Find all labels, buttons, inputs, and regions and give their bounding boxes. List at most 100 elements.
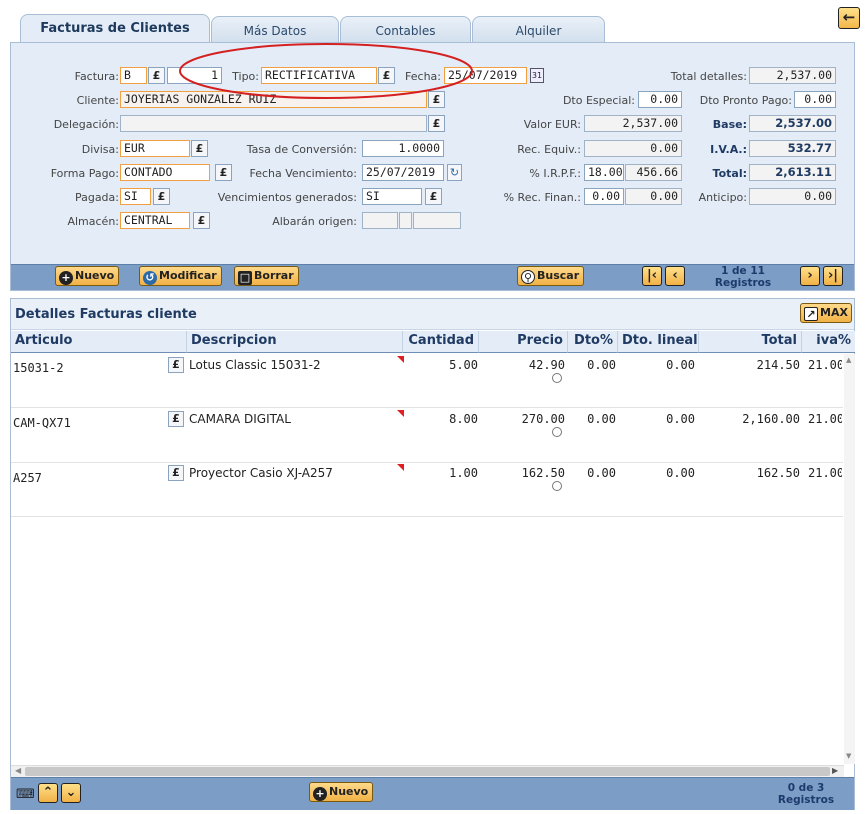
col-header-descripcion[interactable]: Descripcion [187,331,403,353]
albaran-origen-field-1[interactable] [362,212,398,229]
rec-equiv-label: Rec. Equiv.: [517,143,581,156]
cell-descripcion: Lotus Classic 15031-2 [189,358,321,372]
irpf-percent-field[interactable]: 18.00 [584,164,624,181]
forma-pago-field[interactable]: CONTADO [120,164,210,181]
tab-contables[interactable]: Contables [340,16,471,42]
clock-icon[interactable] [552,481,562,491]
dto-pronto-pago-field[interactable]: 0.00 [794,91,836,108]
lookup-icon[interactable]: £ [168,357,184,373]
col-header-total[interactable]: Total [699,331,802,353]
vencimientos-generados-label: Vencimientos generados: [217,191,357,204]
clock-icon[interactable] [552,427,562,437]
cell-iva: 21.00 [808,412,842,426]
next-page-icon[interactable]: › [800,266,820,286]
cell-dto: 0.00 [587,466,616,480]
col-header-cantidad[interactable]: Cantidad [403,331,479,353]
row-divider [11,462,843,463]
cell-dto-lineal: 0.00 [666,412,695,426]
clock-icon[interactable] [552,373,562,383]
factura-serie-field[interactable]: B [120,67,147,84]
modificar-button[interactable]: ↺ Modificar [139,266,222,286]
lookup-icon[interactable]: £ [153,188,170,205]
almacen-field[interactable]: CENTRAL [120,212,190,229]
cell-descripcion: CAMARA DIGITAL [189,412,291,426]
nuevo-detail-button[interactable]: + Nuevo [309,782,374,802]
almacen-label: Almacén: [67,215,119,228]
col-header-iva[interactable]: iva% [802,331,855,353]
scroll-up-icon[interactable]: ▲ [846,356,851,364]
total-field: 2,613.11 [749,164,836,181]
rec-finan-percent-field[interactable]: 0.00 [584,188,624,205]
cell-descripcion: Proyector Casio XJ-A257 [189,466,333,480]
tab-mas-datos[interactable]: Más Datos [211,16,339,42]
lookup-icon[interactable]: £ [191,140,208,157]
lookup-icon[interactable]: £ [168,411,184,427]
col-header-dto-lineal[interactable]: Dto. lineal [618,331,699,353]
arrow-left-icon[interactable]: ← [838,7,860,29]
lookup-icon[interactable]: £ [168,465,184,481]
cell-total: 214.50 [756,358,800,372]
plus-icon: + [313,787,327,801]
pagada-field[interactable]: SI [120,188,151,205]
previous-page-icon[interactable]: ‹ [665,266,685,286]
lookup-icon[interactable]: £ [215,164,232,181]
move-up-icon[interactable]: ⌃ [38,783,58,803]
lookup-icon[interactable]: £ [148,67,165,84]
scroll-left-icon[interactable]: ◀ [15,766,21,775]
trash-icon: □ [238,271,252,285]
tasa-conversion-field[interactable]: 1.0000 [362,140,444,157]
scroll-down-icon[interactable]: ▼ [846,752,851,760]
cliente-label: Cliente: [76,94,119,107]
keyboard-icon[interactable]: ⌨ [16,787,35,802]
refresh-icon[interactable]: ↻ [447,164,462,181]
scroll-thumb[interactable] [25,767,830,776]
lookup-icon[interactable]: £ [428,115,445,132]
cell-precio: 162.50 [521,466,565,480]
fecha-vencimiento-field[interactable]: 25/07/2019 [362,164,444,181]
details-panel: Detalles Facturas cliente ↗ MAX Articulo … [10,298,855,810]
lookup-icon[interactable]: £ [425,188,442,205]
albaran-origen-field-2[interactable] [399,212,412,229]
details-toolbar: ⌨ ⌃ ⌄ + Nuevo 0 de 3 Registros [11,777,854,810]
last-page-icon[interactable]: ›| [823,266,843,286]
dto-especial-field[interactable]: 0.00 [638,91,682,108]
dto-especial-label: Dto Especial: [562,94,635,107]
move-down-icon[interactable]: ⌄ [61,783,81,803]
calendar-icon[interactable]: 31 [530,68,544,83]
anticipo-label: Anticipo: [698,191,747,204]
search-icon: ⚲ [521,270,535,284]
col-header-articulo[interactable]: Articulo [11,331,187,353]
lookup-icon[interactable]: £ [193,212,210,229]
total-detalles-field: 2,537.00 [749,67,836,84]
fecha-vencimiento-label: Fecha Vencimiento: [249,167,357,180]
horizontal-scrollbar[interactable]: ◀ ▶ [11,765,844,777]
cell-dto-lineal: 0.00 [666,358,695,372]
maximize-button[interactable]: ↗ MAX [800,303,852,323]
total-detalles-label: Total detalles: [670,70,747,83]
tab-alquiler[interactable]: Alquiler [472,16,605,42]
tab-facturas-clientes[interactable]: Facturas de Clientes [20,14,210,42]
details-title: Detalles Facturas cliente [15,307,197,322]
borrar-label: Borrar [254,269,294,282]
annotation-ellipse [179,43,473,99]
nuevo-button[interactable]: + Nuevo [55,266,120,286]
maximize-icon: ↗ [804,307,818,321]
col-header-precio[interactable]: Precio [479,331,568,353]
nuevo-label: Nuevo [75,269,115,282]
vencimientos-generados-field[interactable]: SI [362,188,422,205]
buscar-button[interactable]: ⚲ Buscar [517,266,585,286]
cell-cantidad: 8.00 [449,412,478,426]
borrar-button[interactable]: □ Borrar [234,266,299,286]
first-page-icon[interactable]: |‹ [642,266,662,286]
divisa-field[interactable]: EUR [120,140,190,157]
irpf-label: % I.R.P.F.: [529,167,581,180]
albaran-origen-field-3[interactable] [413,212,461,229]
delegacion-field[interactable] [120,115,427,132]
vertical-scrollbar[interactable]: ▲ ▼ [844,354,855,764]
col-header-dto[interactable]: Dto% [568,331,618,353]
scroll-right-icon[interactable]: ▶ [832,766,838,775]
valor-eur-label: Valor EUR: [523,118,581,131]
anticipo-field[interactable]: 0.00 [749,188,836,205]
plus-icon: + [59,271,73,285]
row-divider [11,516,843,517]
